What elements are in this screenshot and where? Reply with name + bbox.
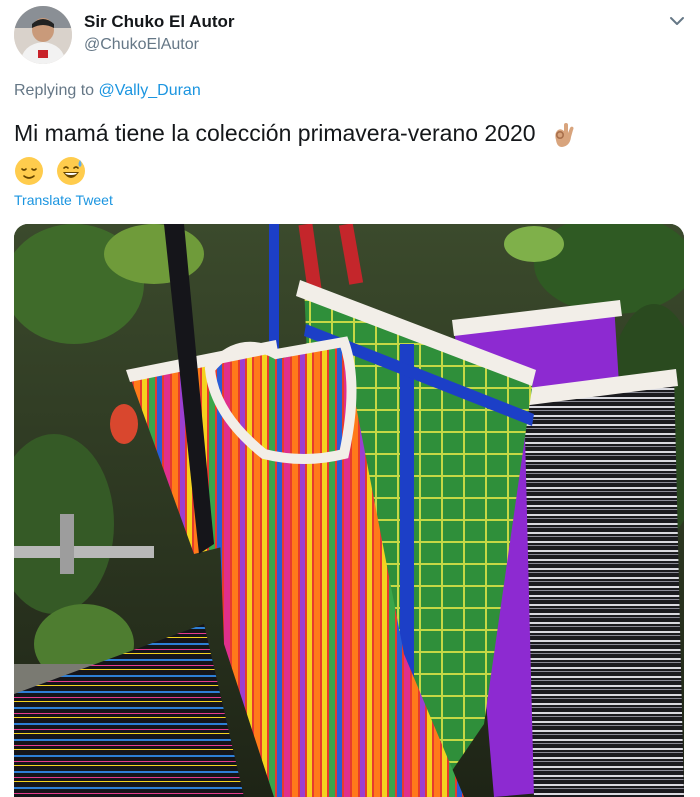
chevron-down-icon[interactable]	[668, 12, 686, 30]
photo-woven-market-bags-icon	[14, 224, 684, 797]
tweet-text: Mi mamá tiene la colección primavera-ver…	[14, 118, 664, 186]
replying-to-label: Replying to	[14, 82, 95, 99]
display-name[interactable]: Sir Chuko El Autor	[84, 12, 235, 32]
tweet: Sir Chuko El Autor @ChukoElAutor Replyin…	[0, 0, 700, 797]
emoji-row	[14, 154, 664, 186]
ok-hand-emoji	[555, 122, 574, 147]
profile-photo-icon	[14, 6, 72, 64]
relieved-face-emoji	[15, 156, 43, 185]
user-handle[interactable]: @ChukoElAutor	[84, 36, 199, 54]
tweet-body: Mi mamá tiene la colección primavera-ver…	[14, 120, 536, 146]
avatar[interactable]	[14, 6, 72, 64]
grinning-sweat-emoji	[57, 156, 86, 185]
translate-tweet-link[interactable]: Translate Tweet	[14, 192, 113, 208]
tweet-photo[interactable]	[14, 224, 684, 797]
replying-to: Replying to @Vally_Duran	[14, 82, 201, 100]
reply-mention-link[interactable]: @Vally_Duran	[99, 82, 201, 99]
